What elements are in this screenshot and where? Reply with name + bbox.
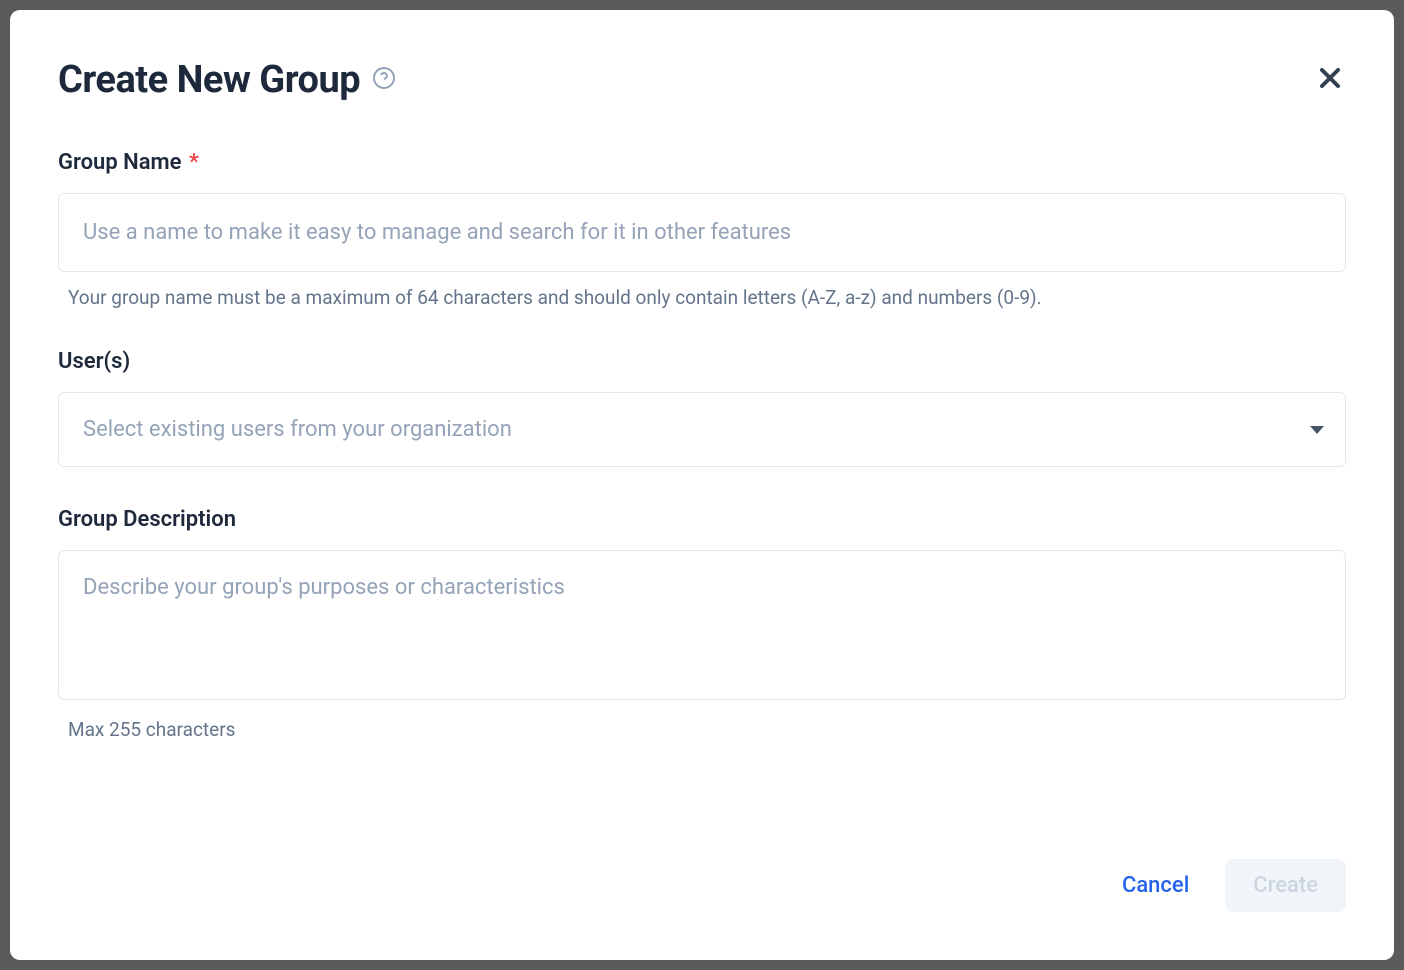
users-select-wrapper: Select existing users from your organiza…	[58, 392, 1346, 467]
description-label: Group Description	[58, 507, 1346, 532]
help-icon[interactable]	[372, 66, 396, 94]
cancel-button[interactable]: Cancel	[1114, 863, 1197, 908]
required-asterisk: *	[189, 150, 199, 175]
group-name-input[interactable]	[58, 193, 1346, 272]
users-field-group: User(s) Select existing users from your …	[58, 349, 1346, 467]
close-icon[interactable]	[1314, 62, 1346, 98]
modal-footer: Cancel Create	[58, 859, 1346, 912]
group-name-field-group: Group Name * Your group name must be a m…	[58, 150, 1346, 309]
modal-title: Create New Group	[58, 58, 360, 102]
group-name-label: Group Name *	[58, 150, 1346, 175]
users-select-placeholder: Select existing users from your organiza…	[83, 417, 512, 442]
description-helper: Max 255 characters	[58, 718, 1346, 741]
group-name-label-text: Group Name	[58, 150, 182, 175]
users-select[interactable]: Select existing users from your organiza…	[58, 392, 1346, 467]
create-button[interactable]: Create	[1225, 859, 1346, 912]
create-group-modal: Create New Group Group Name * Your group…	[10, 10, 1394, 960]
group-name-helper: Your group name must be a maximum of 64 …	[58, 286, 1346, 309]
modal-title-wrap: Create New Group	[58, 58, 396, 102]
description-textarea[interactable]	[58, 550, 1346, 700]
modal-header: Create New Group	[58, 58, 1346, 102]
description-field-group: Group Description Max 255 characters	[58, 507, 1346, 741]
users-label: User(s)	[58, 349, 1346, 374]
